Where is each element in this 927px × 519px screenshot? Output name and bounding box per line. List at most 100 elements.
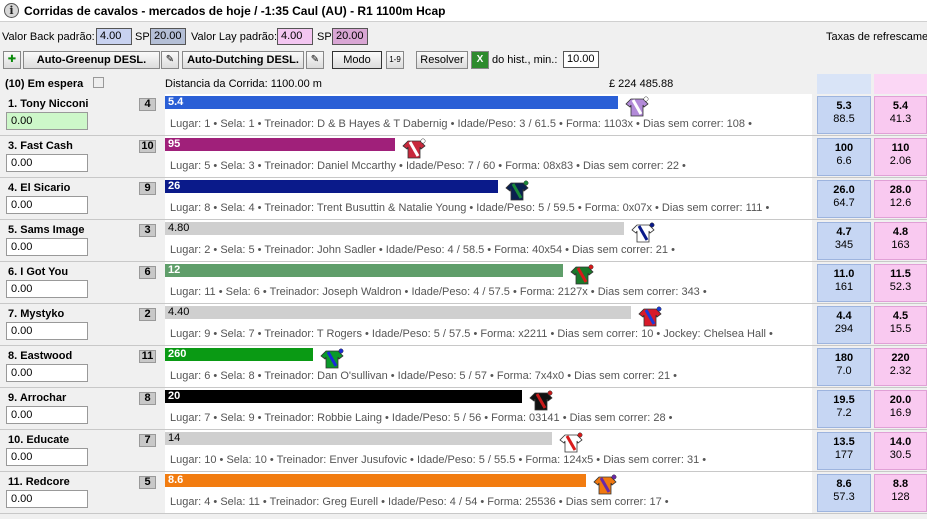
runner-name[interactable]: 6. I Got You bbox=[8, 266, 68, 278]
profit-loss-field[interactable]: 0.00 bbox=[6, 238, 88, 256]
back-odds-cell[interactable]: 19.5 7.2 bbox=[817, 390, 871, 428]
title-bar: i Corridas de cavalos - mercados de hoje… bbox=[0, 0, 927, 22]
purple-white-diagonal-silk-icon bbox=[625, 96, 649, 117]
back-odds-cell[interactable]: 26.0 64.7 bbox=[817, 180, 871, 218]
lay-odds-cell[interactable]: 8.8 128 bbox=[874, 474, 927, 512]
runner-chart-area: 8.6 Lugar: 4 • Sela: 11 • Treinador: Greg… bbox=[165, 472, 812, 514]
profit-loss-field[interactable]: 0.00 bbox=[6, 154, 88, 172]
profit-loss-field[interactable]: 0.00 bbox=[6, 490, 88, 508]
lay-price: 14.0 bbox=[889, 436, 912, 448]
back-default-label: Valor Back padrão: bbox=[2, 31, 95, 43]
runner-row: 11. Redcore 5 0.00 8.6 Lugar: 4 • Sela: 11 •… bbox=[0, 472, 927, 514]
back-size: 161 bbox=[834, 281, 854, 293]
back-odds-cell[interactable]: 8.6 57.3 bbox=[817, 474, 871, 512]
runner-info: Lugar: 11 • Sela: 6 • Treinador: Joseph … bbox=[170, 286, 707, 298]
runner-info: Lugar: 8 • Sela: 4 • Treinador: Trent Bu… bbox=[170, 202, 770, 214]
runner-number-badge: 2 bbox=[139, 308, 156, 321]
lay-odds-cell[interactable]: 220 2.32 bbox=[874, 348, 927, 386]
runner-number-badge: 10 bbox=[139, 140, 156, 153]
runner-name[interactable]: 9. Arrochar bbox=[8, 392, 66, 404]
back-odds-cell[interactable]: 4.4 294 bbox=[817, 306, 871, 344]
profit-loss-field[interactable]: 0.00 bbox=[6, 322, 88, 340]
runner-number-badge: 5 bbox=[139, 476, 156, 489]
waiting-checkbox[interactable] bbox=[93, 77, 104, 88]
back-price: 8.6 bbox=[836, 478, 852, 490]
runner-name[interactable]: 7. Mystyko bbox=[8, 308, 64, 320]
lay-sp-input[interactable]: 20.00 bbox=[332, 28, 368, 45]
lay-size: 128 bbox=[891, 491, 910, 503]
lay-odds-cell[interactable]: 4.5 15.5 bbox=[874, 306, 927, 344]
lay-default-input[interactable]: 4.00 bbox=[277, 28, 313, 45]
auto-greenup-button[interactable]: Auto-Greenup DESL. bbox=[23, 51, 160, 69]
lay-odds-cell[interactable]: 11.5 52.3 bbox=[874, 264, 927, 302]
back-column-header bbox=[817, 74, 871, 94]
lay-size: 52.3 bbox=[889, 281, 912, 293]
lay-odds-cell[interactable]: 110 2.06 bbox=[874, 138, 927, 176]
back-price: 4.4 bbox=[836, 310, 852, 322]
waiting-status: (10) Em espera bbox=[5, 78, 84, 90]
price-bar: 12 bbox=[165, 264, 563, 277]
runner-chart-area: 20 Lugar: 7 • Sela: 9 • Treinador: Robbie… bbox=[165, 388, 812, 430]
back-size: 345 bbox=[834, 239, 854, 251]
runner-name[interactable]: 4. El Sicario bbox=[8, 182, 70, 194]
profit-loss-field[interactable]: 0.00 bbox=[6, 406, 88, 424]
lay-odds-cell[interactable]: 28.0 12.6 bbox=[874, 180, 927, 218]
runner-chart-area: 4.80 Lugar: 2 • Sela: 5 • Treinador: John… bbox=[165, 220, 812, 262]
excel-icon[interactable]: X bbox=[471, 51, 489, 69]
profit-loss-field[interactable]: 0.00 bbox=[6, 112, 88, 130]
back-size: 64.7 bbox=[833, 197, 855, 209]
lay-price: 4.5 bbox=[892, 310, 909, 322]
edit-pencil-icon[interactable]: ✎ bbox=[161, 51, 179, 69]
back-price: 19.5 bbox=[833, 394, 855, 406]
lay-odds-cell[interactable]: 14.0 30.5 bbox=[874, 432, 927, 470]
profit-loss-field[interactable]: 0.00 bbox=[6, 196, 88, 214]
lightbulb-icon[interactable]: ✚ bbox=[3, 51, 21, 69]
profit-loss-field[interactable]: 0.00 bbox=[6, 364, 88, 382]
resolver-button[interactable]: Resolver bbox=[416, 51, 468, 69]
runner-info: Lugar: 2 • Sela: 5 • Treinador: John Sad… bbox=[170, 244, 675, 256]
back-default-input[interactable]: 4.00 bbox=[96, 28, 132, 45]
lay-sp-label: SP bbox=[317, 31, 332, 43]
lay-price: 11.5 bbox=[890, 268, 911, 280]
lay-size: 2.06 bbox=[889, 155, 912, 167]
back-price: 100 bbox=[834, 142, 854, 154]
back-price: 5.3 bbox=[836, 100, 852, 112]
back-odds-cell[interactable]: 5.3 88.5 bbox=[817, 96, 871, 134]
runner-name[interactable]: 1. Tony Nicconi bbox=[8, 98, 88, 110]
lay-odds-cell[interactable]: 20.0 16.9 bbox=[874, 390, 927, 428]
runner-number-badge: 3 bbox=[139, 224, 156, 237]
lay-odds-cell[interactable]: 4.8 163 bbox=[874, 222, 927, 260]
runner-name[interactable]: 10. Educate bbox=[8, 434, 69, 446]
back-sp-input[interactable]: 20.00 bbox=[150, 28, 186, 45]
back-price: 11.0 bbox=[833, 268, 855, 280]
back-odds-cell[interactable]: 4.7 345 bbox=[817, 222, 871, 260]
runner-name[interactable]: 11. Redcore bbox=[8, 476, 70, 488]
edit-pencil-icon-2[interactable]: ✎ bbox=[306, 51, 324, 69]
info-icon[interactable]: i bbox=[4, 3, 19, 18]
modo-button[interactable]: Modo bbox=[332, 51, 382, 69]
lay-odds-cell[interactable]: 5.4 41.3 bbox=[874, 96, 927, 134]
history-minutes-input[interactable]: 10.00 bbox=[563, 51, 599, 68]
sort-1-9-icon[interactable]: 1-9 bbox=[386, 51, 404, 69]
runner-chart-area: 260 Lugar: 6 • Sela: 8 • Treinador: Dan O… bbox=[165, 346, 812, 388]
back-odds-cell[interactable]: 180 7.0 bbox=[817, 348, 871, 386]
runner-row: 8. Eastwood 11 0.00 260 Lugar: 6 • Sela: 8 •… bbox=[0, 346, 927, 388]
profit-loss-field[interactable]: 0.00 bbox=[6, 448, 88, 466]
runner-info: Lugar: 4 • Sela: 11 • Treinador: Greg Eu… bbox=[170, 496, 669, 508]
price-bar: 8.6 bbox=[165, 474, 586, 487]
runner-row: 3. Fast Cash 10 0.00 95 Lugar: 5 • Sela: 3 •… bbox=[0, 136, 927, 178]
back-size: 6.6 bbox=[836, 155, 852, 167]
runner-row: 6. I Got You 6 0.00 12 Lugar: 11 • Sela: 6 •… bbox=[0, 262, 927, 304]
back-odds-cell[interactable]: 13.5 177 bbox=[817, 432, 871, 470]
runner-info: Lugar: 7 • Sela: 9 • Treinador: Robbie L… bbox=[170, 412, 673, 424]
runner-name[interactable]: 8. Eastwood bbox=[8, 350, 72, 362]
back-odds-cell[interactable]: 100 6.6 bbox=[817, 138, 871, 176]
runner-name[interactable]: 3. Fast Cash bbox=[8, 140, 73, 152]
back-size: 7.0 bbox=[836, 365, 852, 377]
auto-dutching-button[interactable]: Auto-Dutching DESL. bbox=[182, 51, 304, 69]
profit-loss-field[interactable]: 0.00 bbox=[6, 280, 88, 298]
runner-name[interactable]: 5. Sams Image bbox=[8, 224, 84, 236]
price-bar: 14 bbox=[165, 432, 552, 445]
runner-info: Lugar: 6 • Sela: 8 • Treinador: Dan O'su… bbox=[170, 370, 677, 382]
back-odds-cell[interactable]: 11.0 161 bbox=[817, 264, 871, 302]
